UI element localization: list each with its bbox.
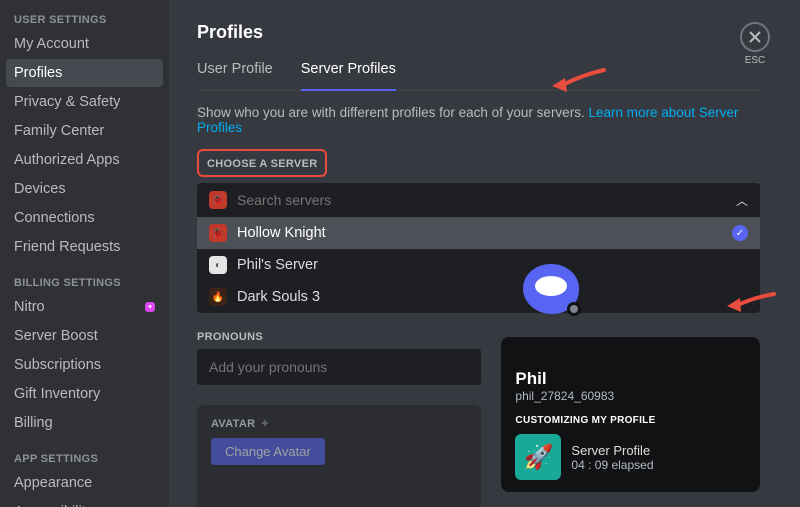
tab-server-profiles[interactable]: Server Profiles xyxy=(301,61,396,91)
change-avatar-button[interactable]: Change Avatar xyxy=(211,438,325,465)
annotation-arrow-status xyxy=(724,290,778,318)
server-search-row[interactable]: 🐞 ︿ xyxy=(197,183,760,217)
close-button[interactable] xyxy=(740,22,770,52)
sidebar-item-server-boost[interactable]: Server Boost xyxy=(6,322,163,350)
sidebar-heading-app: APP SETTINGS xyxy=(6,447,163,469)
profile-customizing-heading: CUSTOMIZING MY PROFILE xyxy=(515,415,746,426)
sidebar-item-my-account[interactable]: My Account xyxy=(6,30,163,58)
avatar-label: AVATAR ✦ xyxy=(211,417,467,430)
avatar-blob xyxy=(523,264,579,314)
server-search-input[interactable] xyxy=(237,192,736,208)
close-settings: ESC xyxy=(740,22,770,66)
annotation-highlight-choose: CHOOSE A SERVER xyxy=(197,149,327,177)
sidebar-heading-user: USER SETTINGS xyxy=(6,8,163,30)
sidebar-item-friend-requests[interactable]: Friend Requests xyxy=(6,233,163,261)
description-text: Show who you are with different profiles… xyxy=(197,105,585,120)
main-panel: ESC Profiles User Profile Server Profile… xyxy=(169,0,800,507)
profile-preview-card: Phil phil_27824_60983 CUSTOMIZING MY PRO… xyxy=(501,337,760,492)
sidebar-item-accessibility[interactable]: Accessibility xyxy=(6,498,163,507)
sidebar-item-authorized-apps[interactable]: Authorized Apps xyxy=(6,146,163,174)
search-server-icon: 🐞 xyxy=(209,191,227,209)
profile-tabs: User Profile Server Profiles xyxy=(197,61,760,91)
avatar-section: AVATAR ✦ Change Avatar xyxy=(197,405,481,507)
rocket-icon: 🚀 xyxy=(515,434,561,480)
nitro-lock-icon: ✦ xyxy=(260,417,270,430)
sidebar-item-privacy[interactable]: Privacy & Safety xyxy=(6,88,163,116)
server-dropdown: 🐞 ︿ 🐞 Hollow Knight ✓ ◐ Phil's Server 🔥 … xyxy=(197,183,760,313)
profiles-description: Show who you are with different profiles… xyxy=(197,105,760,135)
sidebar-heading-billing: BILLING SETTINGS xyxy=(6,271,163,293)
activity-elapsed: 04 : 09 elapsed xyxy=(571,458,653,472)
sidebar-item-connections[interactable]: Connections xyxy=(6,204,163,232)
selected-check-icon: ✓ xyxy=(732,225,748,241)
server-icon: 🐞 xyxy=(209,224,227,242)
server-icon: ◐ xyxy=(209,256,227,274)
pronouns-label: PRONOUNS xyxy=(197,331,481,343)
sidebar-item-appearance[interactable]: Appearance xyxy=(6,469,163,497)
profile-activity: 🚀 Server Profile 04 : 09 elapsed xyxy=(515,434,746,480)
close-label: ESC xyxy=(740,55,770,66)
sidebar-item-subscriptions[interactable]: Subscriptions xyxy=(6,351,163,379)
sidebar-item-nitro[interactable]: Nitro ✦ xyxy=(6,293,163,321)
sidebar-item-family[interactable]: Family Center xyxy=(6,117,163,145)
close-icon xyxy=(748,30,762,44)
server-name: Dark Souls 3 xyxy=(237,289,320,305)
profile-display-name: Phil xyxy=(515,369,746,389)
choose-server-label: CHOOSE A SERVER xyxy=(207,158,317,170)
tab-user-profile[interactable]: User Profile xyxy=(197,61,273,90)
sidebar-item-devices[interactable]: Devices xyxy=(6,175,163,203)
server-option-hollow-knight[interactable]: 🐞 Hollow Knight ✓ xyxy=(197,217,760,249)
server-name: Phil's Server xyxy=(237,257,318,273)
server-option-phils-server[interactable]: ◐ Phil's Server xyxy=(197,249,760,281)
server-icon: 🔥 xyxy=(209,288,227,306)
status-dot-icon xyxy=(567,302,581,316)
chevron-up-icon[interactable]: ︿ xyxy=(736,192,748,209)
nitro-badge-icon: ✦ xyxy=(145,302,155,312)
sidebar-item-billing[interactable]: Billing xyxy=(6,409,163,437)
sidebar-item-gift-inventory[interactable]: Gift Inventory xyxy=(6,380,163,408)
pronouns-input[interactable] xyxy=(209,359,469,375)
settings-sidebar: USER SETTINGS My Account Profiles Privac… xyxy=(0,0,169,507)
nitro-label: Nitro xyxy=(14,299,45,315)
server-name: Hollow Knight xyxy=(237,225,326,241)
sidebar-item-profiles[interactable]: Profiles xyxy=(6,59,163,87)
pronouns-input-wrap[interactable] xyxy=(197,349,481,385)
activity-title: Server Profile xyxy=(571,443,653,458)
profile-username: phil_27824_60983 xyxy=(515,389,746,403)
annotation-arrow-tabs xyxy=(549,66,609,98)
page-title: Profiles xyxy=(197,22,760,43)
